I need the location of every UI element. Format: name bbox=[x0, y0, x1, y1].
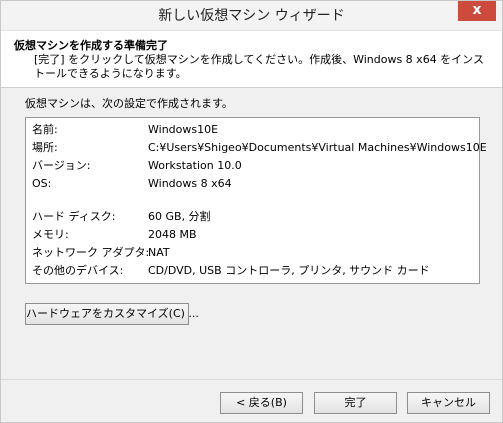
summary-label: バージョン: bbox=[32, 159, 91, 172]
summary-value: Workstation 10.0 bbox=[148, 159, 242, 172]
title-bar: 新しい仮想マシン ウィザード x bbox=[1, 1, 502, 31]
header-description: [完了] をクリックして仮想マシンを作成してください。作成後、Windows 8… bbox=[34, 53, 484, 80]
summary-value: C:¥Users¥Shigeo¥Documents¥Virtual Machin… bbox=[148, 141, 487, 154]
summary-label: 名前: bbox=[32, 123, 58, 136]
summary-label: メモリ: bbox=[32, 228, 69, 241]
summary-value: Windows10E bbox=[148, 123, 219, 136]
summary-row-hard-disk: ハード ディスク: 60 GB, 分割 bbox=[32, 209, 211, 225]
summary-label: 場所: bbox=[32, 141, 58, 154]
summary-value: NAT bbox=[148, 246, 170, 259]
summary-row-os: OS: Windows 8 x64 bbox=[32, 176, 232, 192]
wizard-window: 新しい仮想マシン ウィザード x 仮想マシンを作成する準備完了 [完了] をクリ… bbox=[0, 0, 503, 423]
close-button[interactable]: x bbox=[458, 1, 496, 21]
summary-row-memory: メモリ: 2048 MB bbox=[32, 227, 197, 243]
summary-row-version: バージョン: Workstation 10.0 bbox=[32, 158, 242, 174]
summary-value: CD/DVD, USB コントローラ, プリンタ, サウンド カード bbox=[148, 264, 430, 277]
summary-intro: 仮想マシンは、次の設定で作成されます。 bbox=[25, 97, 233, 110]
settings-summary-box: 名前: Windows10E 場所: C:¥Users¥Shigeo¥Documen… bbox=[25, 117, 487, 284]
back-button[interactable]: < 戻る(B) bbox=[220, 392, 303, 414]
wizard-footer: < 戻る(B) 完了 キャンセル bbox=[1, 379, 502, 422]
summary-label: OS: bbox=[32, 177, 52, 190]
header-title: 仮想マシンを作成する準備完了 bbox=[14, 39, 168, 52]
cancel-button[interactable]: キャンセル bbox=[407, 392, 490, 414]
summary-label: ネットワーク アダプタ: bbox=[32, 246, 150, 259]
summary-row-name: 名前: Windows10E bbox=[32, 122, 218, 138]
summary-row-location: 場所: C:¥Users¥Shigeo¥Documents¥Virtual Mac… bbox=[32, 140, 487, 156]
summary-value: 60 GB, 分割 bbox=[148, 210, 211, 223]
summary-row-network-adapter: ネットワーク アダプタ:NAT bbox=[32, 245, 170, 261]
summary-value: 2048 MB bbox=[148, 228, 197, 241]
summary-value: Windows 8 x64 bbox=[148, 177, 232, 190]
summary-label: ハード ディスク: bbox=[32, 210, 116, 223]
finish-button[interactable]: 完了 bbox=[314, 392, 397, 414]
customize-hardware-button[interactable]: ハードウェアをカスタマイズ(C) ... bbox=[25, 303, 199, 325]
wizard-body: 仮想マシンは、次の設定で作成されます。 名前: Windows10E 場所: C:¥… bbox=[1, 88, 502, 379]
summary-row-other-devices: その他のデバイス: CD/DVD, USB コントローラ, プリンタ, サウンド … bbox=[32, 263, 430, 279]
window-title: 新しい仮想マシン ウィザード bbox=[158, 8, 345, 24]
wizard-header: 仮想マシンを作成する準備完了 [完了] をクリックして仮想マシンを作成してくださ… bbox=[1, 31, 502, 88]
summary-label: その他のデバイス: bbox=[32, 264, 124, 277]
